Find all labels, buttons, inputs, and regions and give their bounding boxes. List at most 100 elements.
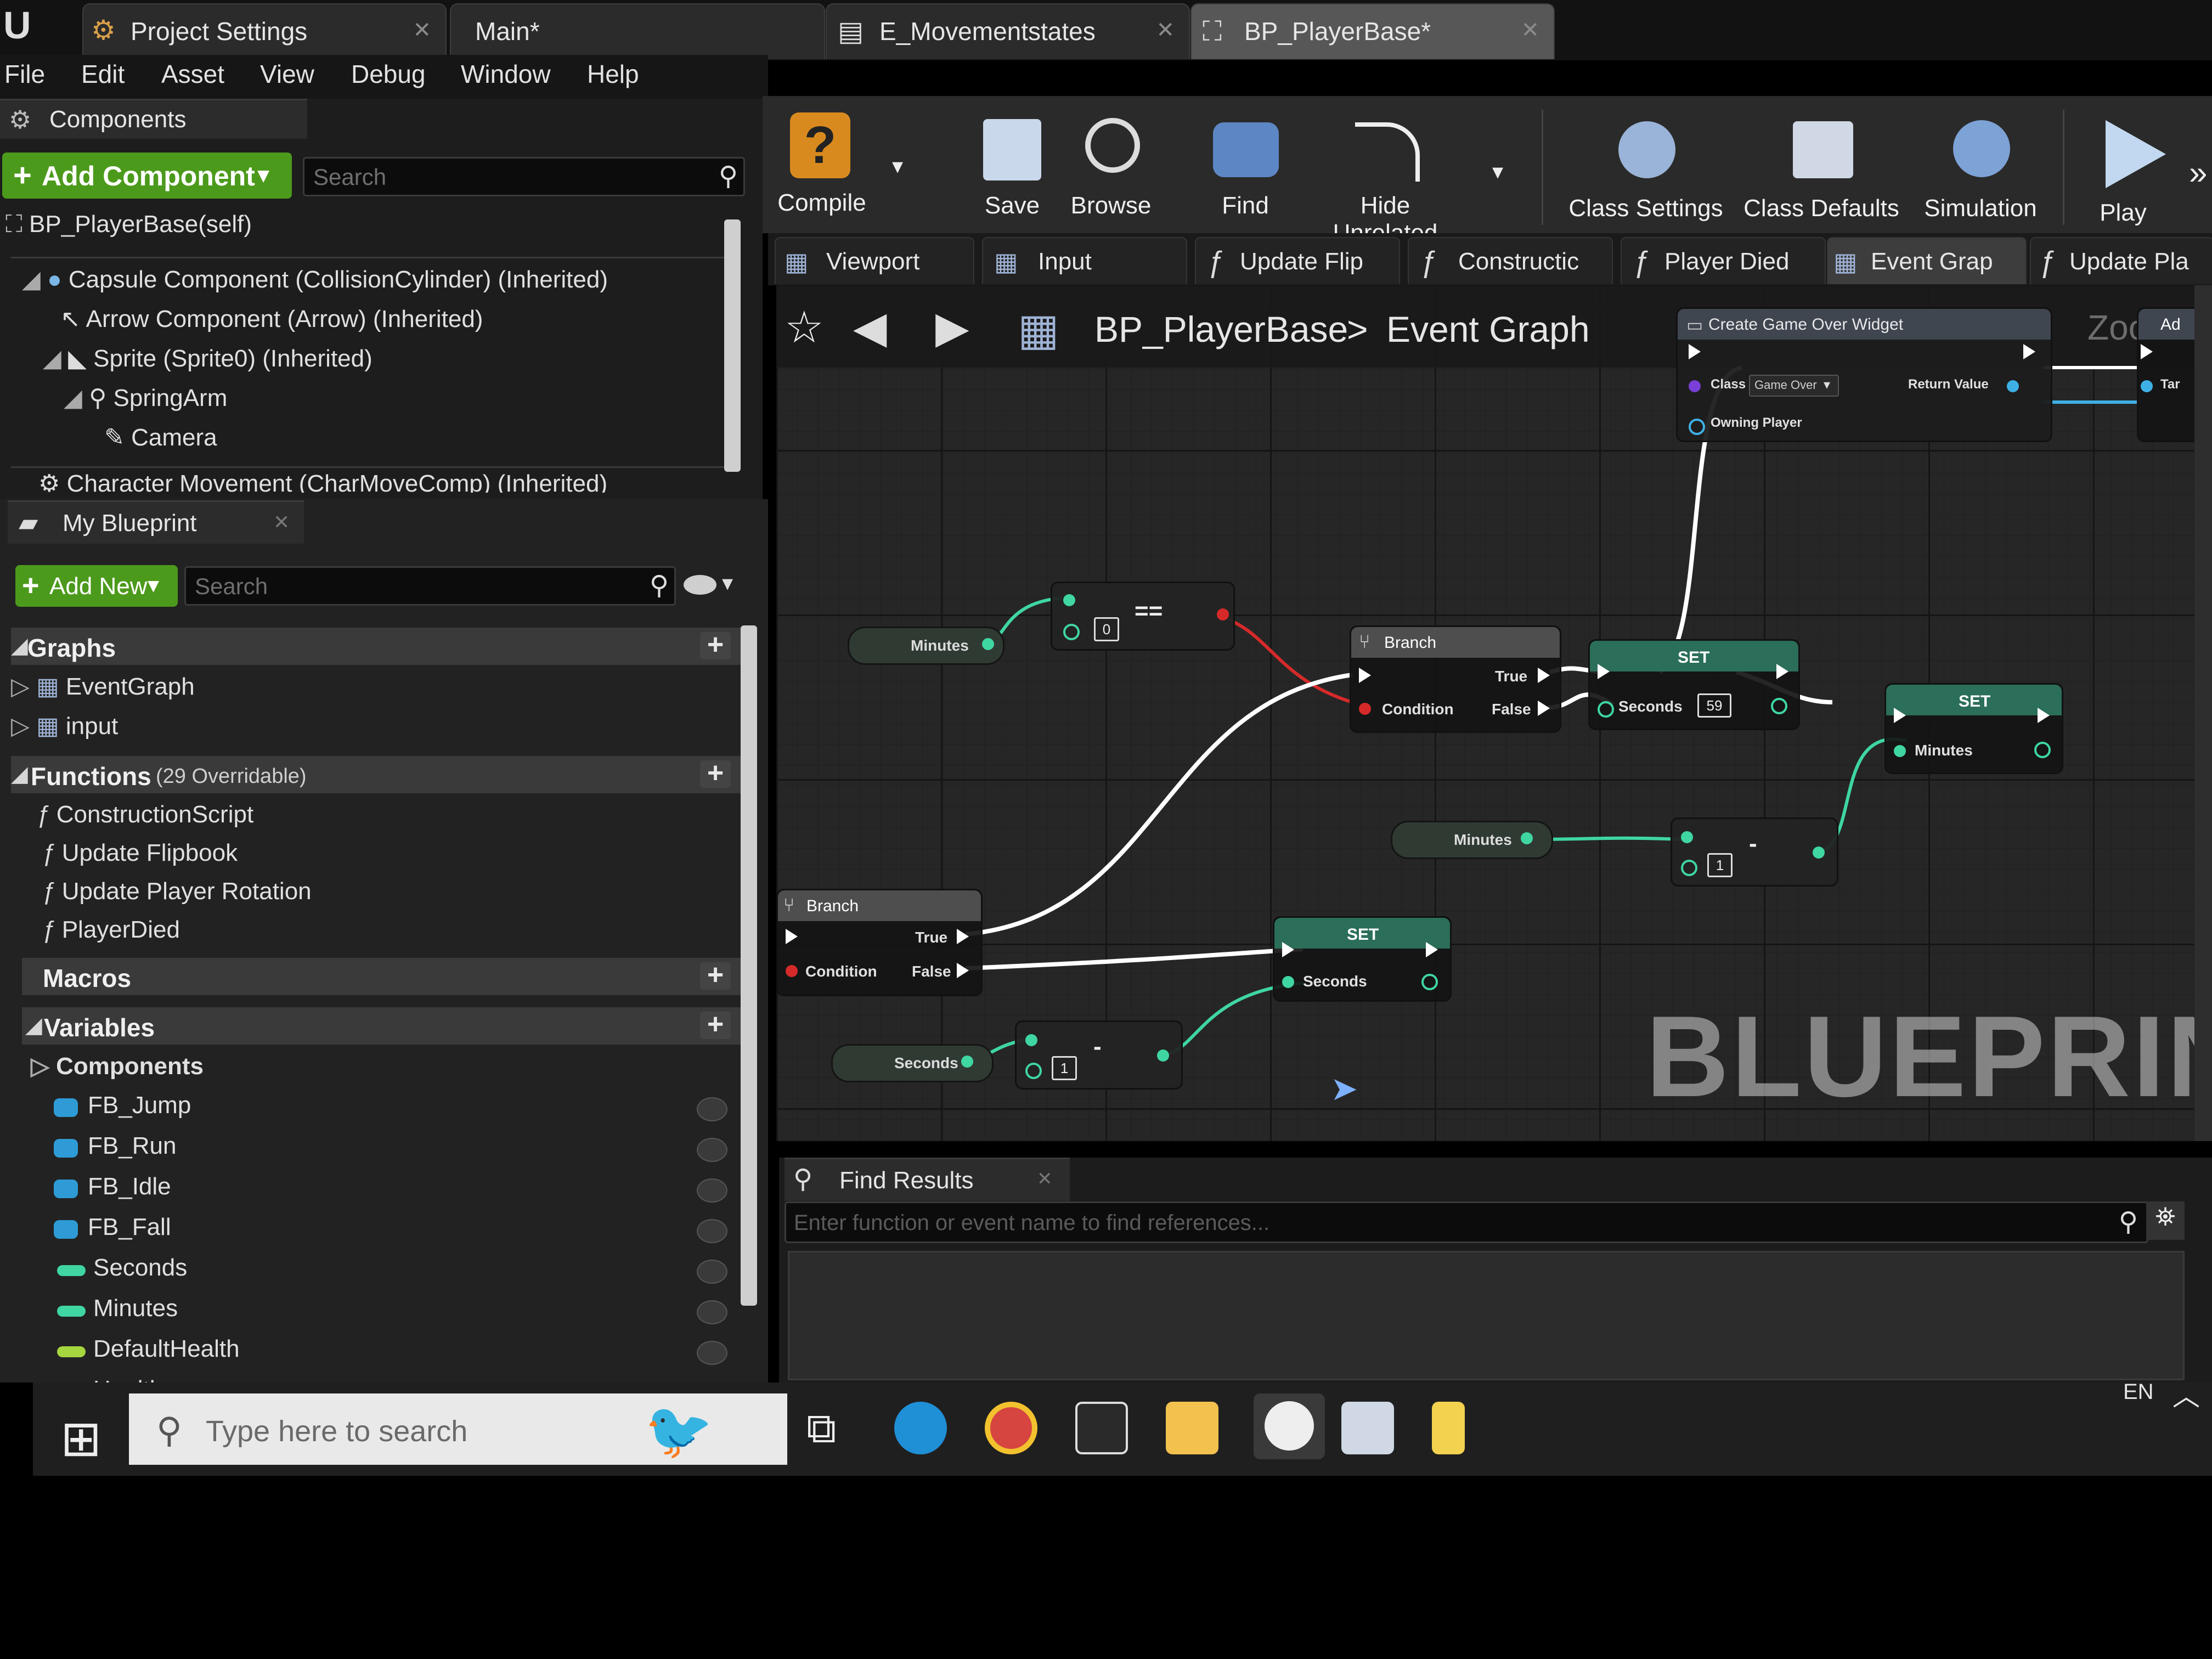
exec-in-pin[interactable] (1598, 664, 1610, 679)
windows-start-icon[interactable]: ⊞ (60, 1410, 101, 1468)
tree-item-capsule[interactable]: ◢ ● Capsule Component (CollisionCylinder… (22, 266, 608, 294)
class-dropdown[interactable]: Game Over ▾ (1749, 375, 1839, 397)
add-graph-button[interactable]: + (700, 630, 731, 659)
class-settings-button[interactable]: Class Settings (1564, 112, 1728, 228)
visibility-eye-icon[interactable] (697, 1097, 727, 1121)
close-icon[interactable]: ✕ (1156, 18, 1175, 43)
exec-in-pin[interactable] (2141, 344, 2153, 359)
chrome-icon[interactable] (985, 1402, 1037, 1454)
variable-group-components[interactable]: ▷ Components (31, 1052, 204, 1080)
components-search-input[interactable]: Search ⚲ (303, 157, 745, 196)
exec-in-pin[interactable] (786, 929, 798, 944)
tab-construction[interactable]: ƒ Constructic (1408, 237, 1613, 284)
exec-out-pin[interactable] (2038, 708, 2050, 723)
subtract-node-bottom[interactable]: 1 - (1015, 1020, 1183, 1090)
components-scrollbar[interactable] (724, 219, 741, 472)
macros-section[interactable]: Macros + (22, 958, 741, 995)
tab-viewport[interactable]: ▦ Viewport (775, 237, 974, 284)
literal-input[interactable]: 1 (1052, 1056, 1077, 1080)
literal-input[interactable]: 59 (1697, 693, 1731, 718)
language-indicator[interactable]: EN (2123, 1380, 2154, 1404)
exec-in-pin[interactable] (1359, 668, 1371, 683)
exec-out-pin[interactable] (1426, 942, 1438, 957)
task-view-icon[interactable]: ⧉ (806, 1404, 836, 1453)
minutes-getter-node-2[interactable]: Minutes (1391, 821, 1553, 859)
true-exec-pin[interactable] (1538, 668, 1550, 683)
expand-arrow-icon[interactable]: ◢ (64, 385, 89, 411)
function-item-constructionscript[interactable]: ƒ ConstructionScript (36, 801, 253, 828)
variables-section[interactable]: ◢ Variables + (22, 1007, 741, 1045)
menu-debug[interactable]: Debug (351, 59, 426, 89)
tab-main[interactable]: Main* (450, 3, 825, 59)
a-pin[interactable] (1063, 594, 1075, 606)
tree-item-charmovement[interactable]: ⚙ Character Movement (CharMoveComp) (Inh… (38, 470, 607, 493)
epic-games-icon[interactable] (1075, 1402, 1128, 1454)
unreal-editor-icon[interactable] (1254, 1393, 1325, 1459)
add-function-button[interactable]: + (700, 759, 731, 788)
app-icon[interactable] (1341, 1402, 1394, 1454)
seconds-input-pin[interactable] (1282, 976, 1294, 988)
return-value-pin[interactable] (2007, 380, 2019, 392)
variable-item[interactable]: FB_Idle (49, 1173, 735, 1210)
visibility-eye-icon[interactable] (697, 1219, 727, 1243)
true-exec-pin[interactable] (957, 929, 969, 944)
b-pin[interactable] (1063, 624, 1080, 640)
more-chevron-icon[interactable]: » (2189, 154, 2207, 191)
tab-bp-playerbase[interactable]: ⛶ BP_PlayerBase* ✕ (1190, 3, 1555, 59)
class-pin[interactable] (1689, 380, 1701, 392)
result-pin[interactable] (1217, 608, 1229, 620)
play-button[interactable]: Play (2074, 112, 2172, 230)
my-blueprint-scrollbar[interactable] (741, 625, 757, 1306)
variable-item[interactable]: Seconds (49, 1254, 735, 1291)
tab-update-player-rotation[interactable]: ƒ Update Pla (2030, 237, 2212, 284)
tree-item-arrow[interactable]: ↖ Arrow Component (Arrow) (Inherited) (60, 305, 483, 333)
false-exec-pin[interactable] (957, 963, 969, 978)
branch-node-top[interactable]: ⑂ Branch True Condition False (1350, 625, 1561, 733)
create-widget-node[interactable]: ▭ Create Game Over Widget Class Game Ove… (1676, 307, 2052, 442)
target-pin[interactable] (2141, 380, 2153, 392)
expand-arrow-icon[interactable]: ◢ (43, 345, 68, 372)
visibility-eye-icon[interactable] (697, 1138, 727, 1162)
b-pin[interactable] (1681, 860, 1697, 876)
event-graph-canvas[interactable]: ☆ ◀ ▶ ▦ BP_PlayerBase > Event Graph Zoom… (776, 285, 2212, 1141)
variable-item[interactable]: Minutes (49, 1295, 735, 1332)
close-icon[interactable]: ✕ (413, 18, 431, 43)
output-pin[interactable] (961, 1056, 973, 1068)
compile-button[interactable]: ? Compile (772, 107, 871, 228)
a-pin[interactable] (1025, 1034, 1037, 1046)
menu-file[interactable]: File (4, 59, 45, 89)
output-pin[interactable] (982, 638, 994, 650)
add-new-button[interactable]: + Add New ▾ (15, 565, 178, 607)
chevron-down-icon[interactable]: ▾ (892, 154, 903, 179)
variable-item[interactable]: DefaultHealth (49, 1335, 735, 1373)
exec-in-pin[interactable] (1282, 942, 1294, 957)
function-item-updateplayerrotation[interactable]: ƒ Update Player Rotation (42, 878, 312, 905)
unreal-logo-icon[interactable]: U (3, 3, 31, 47)
tree-item-camera[interactable]: ✎ Camera (104, 424, 217, 452)
functions-section[interactable]: ◢ Functions (29 Overridable) + (11, 756, 741, 793)
add-component-button[interactable]: + Add Component ▾ (2, 153, 292, 199)
function-item-updateflipbook[interactable]: ƒ Update Flipbook (42, 839, 238, 867)
set-seconds-node-bottom[interactable]: SET Seconds (1273, 916, 1452, 1002)
graphs-section[interactable]: Graphs ◢ + (11, 628, 741, 665)
literal-input[interactable]: 0 (1094, 617, 1119, 641)
minutes-getter-node[interactable]: Minutes (848, 627, 1005, 665)
find-button[interactable]: Find (1199, 112, 1292, 228)
exec-in-pin[interactable] (1689, 344, 1701, 359)
expand-arrow-icon[interactable]: ◢ (22, 266, 47, 293)
condition-pin[interactable] (1359, 703, 1371, 715)
variable-item[interactable]: FB_Fall (49, 1214, 735, 1251)
a-pin[interactable] (1681, 831, 1693, 843)
seconds-output-pin[interactable] (1771, 698, 1787, 714)
minutes-output-pin[interactable] (2034, 742, 2051, 758)
visibility-eye-icon[interactable] (697, 1260, 727, 1284)
chevron-down-icon[interactable]: ▾ (722, 571, 733, 596)
equals-node[interactable]: 0 == (1051, 582, 1235, 651)
exec-in-pin[interactable] (1894, 708, 1906, 723)
add-macro-button[interactable]: + (700, 961, 731, 990)
menu-asset[interactable]: Asset (161, 59, 224, 89)
owning-player-pin[interactable] (1689, 419, 1705, 435)
exec-out-pin[interactable] (2023, 344, 2035, 359)
menu-edit[interactable]: Edit (81, 59, 125, 89)
false-exec-pin[interactable] (1538, 701, 1550, 716)
